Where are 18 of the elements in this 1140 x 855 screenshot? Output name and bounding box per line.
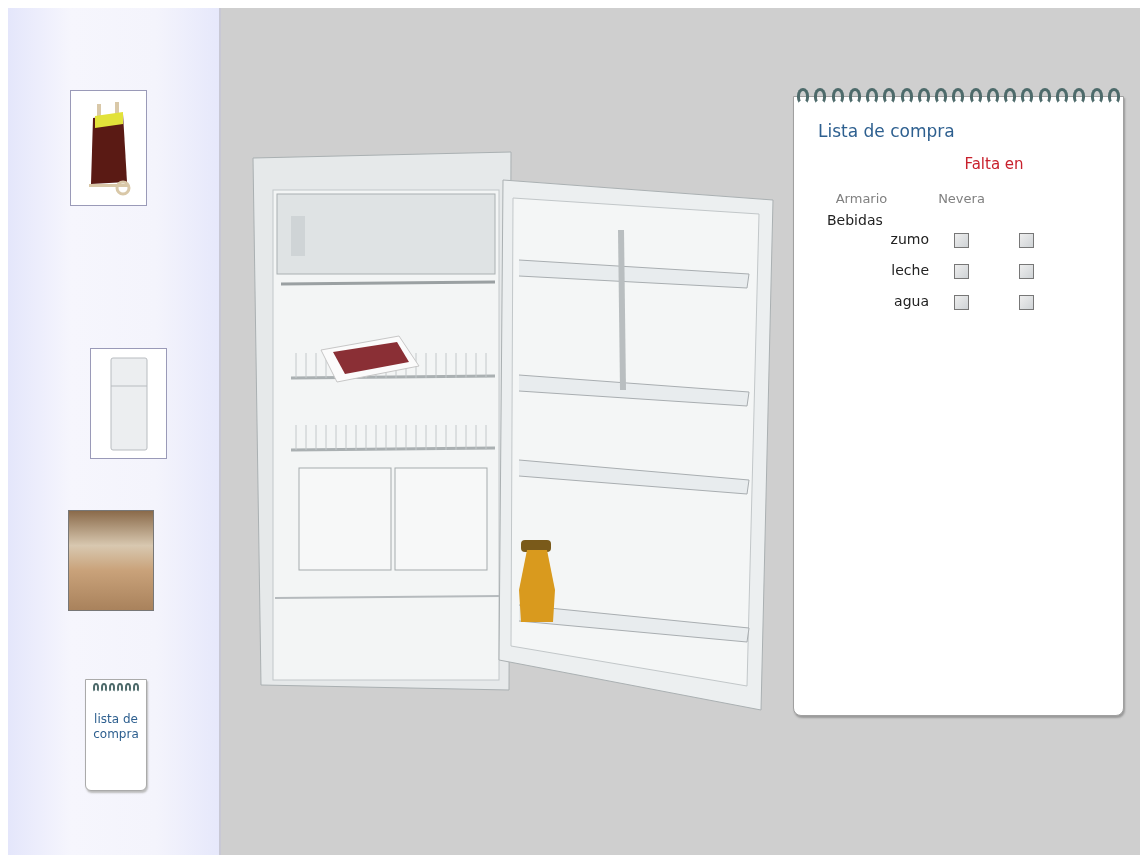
list-title: Lista de compra xyxy=(818,121,956,141)
checkbox[interactable] xyxy=(954,264,969,279)
category-label: Bebidas xyxy=(826,212,884,228)
shopping-trolley-button[interactable] xyxy=(70,90,147,206)
shopping-list-button[interactable]: lista de compra xyxy=(85,679,147,791)
column-heading: Nevera xyxy=(937,191,986,206)
fridge-thumbnail-button[interactable] xyxy=(90,348,167,459)
checkbox[interactable] xyxy=(954,295,969,310)
checkbox[interactable] xyxy=(1019,233,1034,248)
checkbox[interactable] xyxy=(1019,264,1034,279)
missing-in-heading: Falta en xyxy=(963,155,1025,175)
item-label: agua xyxy=(893,292,929,311)
item-label: leche xyxy=(890,261,929,280)
item-label: zumo xyxy=(889,230,929,249)
column-heading: Armario xyxy=(834,191,889,206)
checkbox[interactable] xyxy=(1019,295,1034,310)
kitchen-photo-button[interactable] xyxy=(68,510,154,611)
checkbox[interactable] xyxy=(954,233,969,248)
